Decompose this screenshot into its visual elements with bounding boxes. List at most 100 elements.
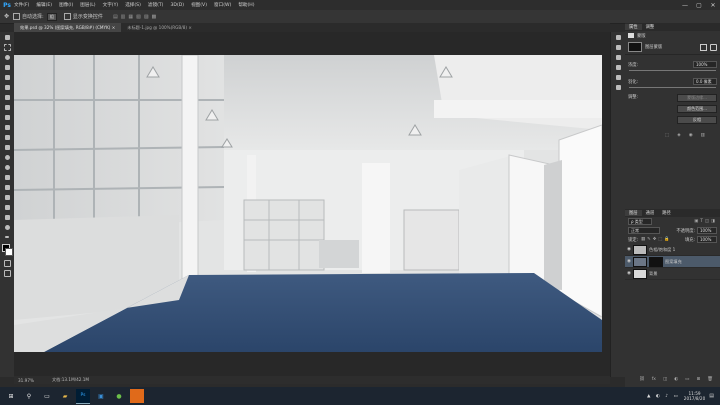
opacity-field[interactable]: 100% xyxy=(697,227,717,234)
layer-style-icon[interactable]: fx xyxy=(652,377,656,382)
delete-mask-icon[interactable]: ▥ xyxy=(701,133,705,138)
clone-stamp-icon[interactable] xyxy=(0,112,14,122)
eyedropper-tool-icon[interactable] xyxy=(0,82,14,92)
quick-select-tool-icon[interactable] xyxy=(0,62,14,72)
density-slider[interactable] xyxy=(629,70,716,71)
menu-help[interactable]: 帮助(H) xyxy=(238,2,254,8)
apply-mask-icon[interactable]: ◈ xyxy=(677,133,680,138)
density-field[interactable]: 100% xyxy=(693,61,717,68)
layer-row[interactable]: ◉ 背景 xyxy=(625,268,720,280)
visibility-eye-icon[interactable]: ◉ xyxy=(625,247,633,252)
align-icons[interactable]: ▤▥▦▧▨▩ xyxy=(113,14,159,20)
tray-icons[interactable]: ▲ ◐ ♪ ▭ xyxy=(647,394,680,399)
photoshop-icon[interactable]: Ps xyxy=(76,388,90,404)
history-icon[interactable] xyxy=(611,32,625,42)
pen-tool-icon[interactable] xyxy=(0,172,14,182)
visibility-eye-icon[interactable]: ◉ xyxy=(625,259,633,264)
explorer-icon[interactable]: ▰ xyxy=(58,389,72,403)
zoom-tool-icon[interactable] xyxy=(0,222,14,232)
menu-type[interactable]: 文字(Y) xyxy=(103,2,119,8)
brush-tool-icon[interactable] xyxy=(0,102,14,112)
layer-mask-thumbnail[interactable] xyxy=(649,256,663,267)
mask-thumbnail[interactable] xyxy=(628,42,642,52)
tab-effect-psd[interactable]: 效果.psd @ 32% (图案填充, RGB/8#) (CMYK) × xyxy=(14,23,122,32)
history-brush-icon[interactable] xyxy=(0,122,14,132)
blend-mode-dropdown[interactable]: 正常 xyxy=(628,227,660,234)
path-select-icon[interactable] xyxy=(0,192,14,202)
swatches-icon[interactable] xyxy=(611,52,625,62)
auto-select-checkbox[interactable] xyxy=(13,13,21,20)
clock[interactable]: 11:59 2017/8/20 xyxy=(684,391,705,401)
menu-layer[interactable]: 图层(L) xyxy=(80,2,95,8)
feather-field[interactable]: 0.0 像素 xyxy=(693,78,717,85)
lock-icons[interactable]: ▦✎✥⬚🔒 xyxy=(641,237,672,242)
app-icon[interactable] xyxy=(130,389,144,403)
menu-edit[interactable]: 编辑(E) xyxy=(36,2,52,8)
tab-untitled-jpg[interactable]: 未标题-1.jpg @ 100%(RGB/8) × xyxy=(121,23,198,32)
delete-layer-icon[interactable]: 🗑 xyxy=(707,377,713,382)
menu-window[interactable]: 窗口(W) xyxy=(214,2,231,8)
search-icon[interactable]: ⚲ xyxy=(22,389,36,403)
lasso-tool-icon[interactable] xyxy=(0,52,14,62)
character-icon[interactable] xyxy=(611,62,625,72)
tab-properties[interactable]: 属性 xyxy=(625,24,642,30)
transform-controls-checkbox[interactable] xyxy=(63,13,71,20)
windows-icon[interactable]: ⊞ xyxy=(4,389,18,403)
close-button[interactable]: ✕ xyxy=(706,0,720,10)
tab-layers[interactable]: 图层 xyxy=(625,210,642,216)
healing-brush-icon[interactable] xyxy=(0,92,14,102)
visibility-eye-icon[interactable]: ◉ xyxy=(625,271,633,276)
menu-filter[interactable]: 滤镜(T) xyxy=(148,2,164,8)
marquee-tool-icon[interactable] xyxy=(0,42,14,52)
new-group-icon[interactable]: ▭ xyxy=(685,377,689,382)
quick-mask-icon[interactable] xyxy=(0,258,14,268)
menu-3d[interactable]: 3D(D) xyxy=(170,3,184,8)
menu-file[interactable]: 文件(F) xyxy=(14,2,29,8)
zoom-level[interactable]: 31.97% xyxy=(18,378,34,383)
feather-slider[interactable] xyxy=(629,87,716,88)
menu-image[interactable]: 图像(I) xyxy=(59,2,73,8)
store-icon[interactable]: ▣ xyxy=(94,389,108,403)
layer-kind-filter[interactable]: ρ 类型 xyxy=(628,218,652,225)
hand-tool-icon[interactable] xyxy=(0,212,14,222)
layer-row[interactable]: ◉ 色相/饱和度 1 xyxy=(625,244,720,256)
minimize-button[interactable]: — xyxy=(678,0,692,10)
add-mask-icon[interactable]: ◫ xyxy=(663,377,667,382)
layer-row-selected[interactable]: ◉ 图案填充 xyxy=(625,256,720,268)
link-layers-icon[interactable]: ⛓ xyxy=(639,377,645,382)
fill-field[interactable]: 100% xyxy=(697,236,717,243)
layer-filter-icons[interactable]: ▣T◫◨ xyxy=(694,219,717,224)
move-tool-icon[interactable]: ✥ xyxy=(4,13,9,20)
vector-mask-icon[interactable] xyxy=(710,43,717,51)
maximize-button[interactable]: ▢ xyxy=(692,0,706,10)
load-selection-icon[interactable]: ⬚ xyxy=(665,133,669,138)
tab-paths[interactable]: 路径 xyxy=(658,210,675,216)
move-tool-icon[interactable] xyxy=(0,32,14,42)
shape-tool-icon[interactable] xyxy=(0,202,14,212)
more-tools-icon[interactable] xyxy=(0,232,14,242)
eraser-tool-icon[interactable] xyxy=(0,132,14,142)
new-adjustment-icon[interactable]: ◐ xyxy=(674,377,678,382)
pixel-mask-icon[interactable] xyxy=(700,43,707,51)
dodge-tool-icon[interactable] xyxy=(0,162,14,172)
invert-button[interactable]: 反相 xyxy=(677,116,717,124)
color-swatches[interactable] xyxy=(0,242,14,258)
paragraph-icon[interactable] xyxy=(611,72,625,82)
menu-view[interactable]: 视图(V) xyxy=(191,2,207,8)
notification-icon[interactable]: ▤ xyxy=(709,393,714,399)
disable-mask-icon[interactable]: ◉ xyxy=(689,133,693,138)
mask-edge-button[interactable]: 蒙版边缘... xyxy=(677,94,717,102)
new-layer-icon[interactable]: ⊞ xyxy=(696,377,700,382)
actions-icon[interactable] xyxy=(611,42,625,52)
blur-tool-icon[interactable] xyxy=(0,152,14,162)
task-view-icon[interactable]: ▭ xyxy=(40,389,54,403)
tab-adjustments[interactable]: 调整 xyxy=(642,24,659,30)
type-tool-icon[interactable] xyxy=(0,182,14,192)
auto-select-dropdown[interactable]: 组 xyxy=(46,12,57,21)
brush-panel-icon[interactable] xyxy=(611,82,625,92)
color-range-button[interactable]: 颜色范围... xyxy=(677,105,717,113)
crop-tool-icon[interactable] xyxy=(0,72,14,82)
gradient-tool-icon[interactable] xyxy=(0,142,14,152)
document-image[interactable] xyxy=(14,55,602,352)
tab-channels[interactable]: 通道 xyxy=(642,210,659,216)
